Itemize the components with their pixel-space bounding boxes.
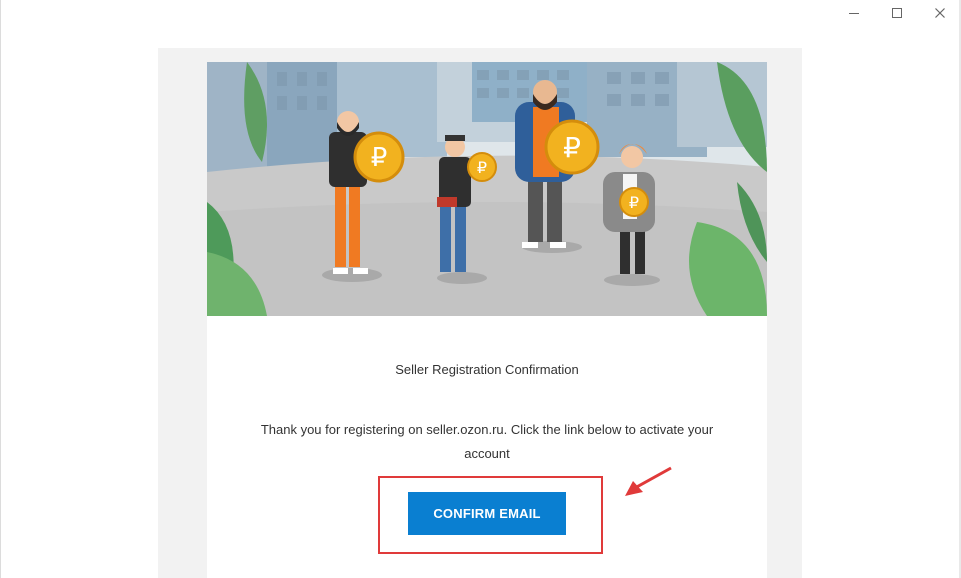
- minimize-button[interactable]: [832, 0, 876, 26]
- email-window: ₽ ₽ ₽ ₽ Seller Registration Confirmation…: [0, 0, 961, 578]
- svg-text:₽: ₽: [371, 143, 388, 173]
- close-icon: [935, 8, 945, 18]
- email-body-text: Thank you for registering on seller.ozon…: [260, 422, 714, 461]
- maximize-icon: [892, 8, 902, 18]
- svg-text:₽: ₽: [477, 158, 487, 177]
- hero-illustration: ₽ ₽ ₽ ₽: [207, 62, 767, 316]
- close-button[interactable]: [918, 0, 961, 26]
- svg-text:₽: ₽: [629, 193, 639, 212]
- email-heading: Seller Registration Confirmation: [395, 362, 579, 377]
- annotation-highlight-box: [378, 476, 603, 554]
- minimize-icon: [849, 13, 859, 14]
- maximize-button[interactable]: [875, 0, 919, 26]
- svg-text:₽: ₽: [563, 131, 581, 164]
- window-titlebar: [1, 0, 961, 28]
- red-arrow-icon: [625, 466, 672, 496]
